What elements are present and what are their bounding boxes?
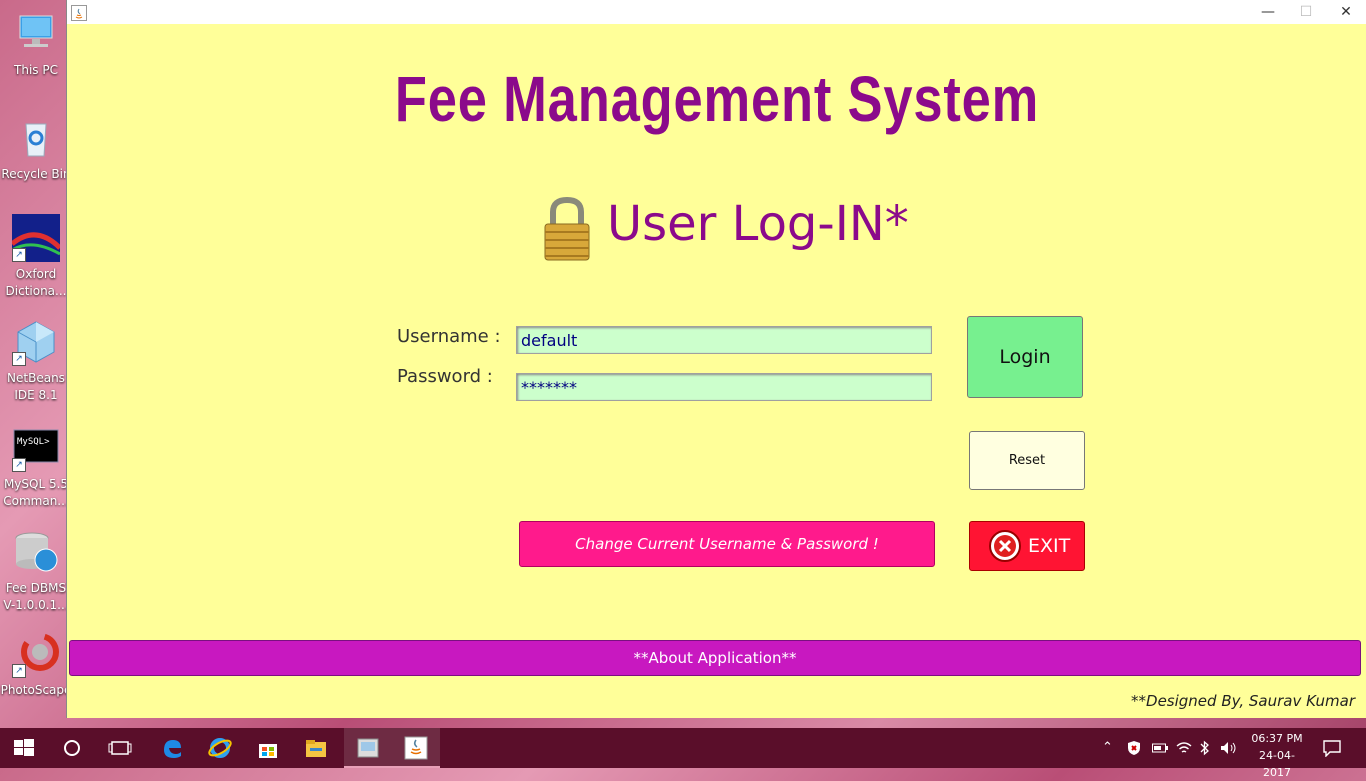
login-heading: User Log-IN* — [607, 196, 909, 252]
shortcut-arrow-icon: ↗ — [12, 458, 26, 472]
clock-time: 06:37 PM — [1251, 732, 1303, 745]
volume-icon[interactable] — [1220, 728, 1238, 768]
desktop-icon-label: PhotoScape — [0, 683, 72, 697]
edge-browser-icon[interactable] — [148, 728, 196, 768]
task-view-button[interactable] — [96, 728, 144, 768]
dictionary-icon: ↗ — [10, 214, 62, 262]
password-field[interactable]: ******* — [516, 373, 932, 401]
netbeans-icon: ↗ — [12, 318, 60, 366]
reset-button[interactable]: Reset — [969, 431, 1085, 490]
bluetooth-icon[interactable] — [1200, 728, 1210, 768]
battery-icon[interactable] — [1152, 728, 1168, 768]
desktop-icons: This PC Recycle Bin ↗ Oxford Dictiona...… — [0, 0, 71, 728]
computer-icon — [12, 10, 60, 58]
desktop-icon-photoscape[interactable]: ↗ PhotoScape — [0, 630, 72, 699]
desktop-icon-label: NetBeans IDE 8.1 — [7, 371, 65, 402]
file-explorer-icon[interactable] — [292, 728, 340, 768]
shortcut-arrow-icon: ↗ — [12, 352, 26, 366]
desktop-icon-label: Recycle Bin — [1, 167, 71, 181]
start-button[interactable] — [0, 728, 48, 768]
netbeans-taskbar-icon[interactable] — [344, 728, 392, 768]
exit-label: EXIT — [1028, 535, 1071, 557]
java-icon — [71, 5, 87, 21]
login-button[interactable]: Login — [967, 316, 1083, 398]
designer-credit: **Designed By, Saurav Kumar — [1131, 692, 1355, 710]
change-credentials-button[interactable]: Change Current Username & Password ! — [519, 521, 935, 567]
about-application-button[interactable]: **About Application** — [69, 640, 1361, 676]
security-shield-icon[interactable] — [1126, 728, 1142, 768]
taskbar: ⌃ 06:37 PM 24-04-2017 — [0, 728, 1366, 779]
search-button[interactable] — [48, 728, 96, 768]
desktop-icon-this-pc[interactable]: This PC — [0, 10, 72, 79]
padlock-icon — [541, 196, 593, 262]
desktop-icon-label: MySQL 5.5 Comman... — [3, 477, 69, 508]
desktop-icon-netbeans[interactable]: ↗ NetBeans IDE 8.1 — [0, 318, 72, 404]
username-field[interactable]: default — [516, 326, 932, 354]
shortcut-arrow-icon: ↗ — [12, 664, 26, 678]
java-app-taskbar-icon[interactable] — [392, 728, 440, 768]
close-button[interactable]: ✕ — [1327, 0, 1365, 24]
password-label: Password : — [397, 366, 493, 387]
exit-button[interactable]: EXIT — [969, 521, 1085, 571]
photoscape-icon: ↗ — [12, 630, 60, 678]
desktop-icon-mysql[interactable]: MySQL> ↗ MySQL 5.5 Comman... — [0, 424, 72, 510]
minimize-button[interactable]: — — [1249, 0, 1287, 24]
desktop-icon-label: Oxford Dictiona... — [5, 267, 67, 298]
desktop-icon-oxford[interactable]: ↗ Oxford Dictiona... — [0, 214, 72, 300]
desktop-icon-label: Fee DBMS V-1.0.0.1... — [3, 581, 69, 612]
clock-date: 24-04-2017 — [1259, 749, 1295, 779]
title-bar[interactable]: — ☐ ✕ — [67, 0, 1366, 24]
recycle-bin-icon — [12, 114, 60, 162]
desktop-icon-fee-dbms[interactable]: Fee DBMS V-1.0.0.1... — [0, 528, 72, 614]
database-globe-icon — [12, 528, 60, 576]
action-center-icon[interactable] — [1322, 728, 1342, 768]
terminal-icon: MySQL> ↗ — [12, 424, 60, 472]
internet-explorer-icon[interactable] — [196, 728, 244, 768]
store-icon[interactable] — [244, 728, 292, 768]
app-window: — ☐ ✕ Fee Management System User Log-IN*… — [66, 0, 1366, 718]
show-hidden-icons-chevron-up-icon[interactable]: ⌃ — [1102, 728, 1113, 768]
app-title: Fee Management System — [394, 63, 1040, 135]
desktop-icon-recycle-bin[interactable]: Recycle Bin — [0, 114, 72, 183]
svg-text:MySQL>: MySQL> — [17, 437, 50, 447]
login-panel: Fee Management System User Log-IN* Usern… — [67, 24, 1366, 718]
desktop-icon-label: This PC — [14, 63, 58, 77]
maximize-button[interactable]: ☐ — [1287, 0, 1325, 24]
shortcut-arrow-icon: ↗ — [12, 248, 26, 262]
wifi-icon[interactable] — [1176, 728, 1192, 768]
close-circle-icon — [988, 529, 1022, 563]
taskbar-clock[interactable]: 06:37 PM 24-04-2017 — [1246, 730, 1308, 781]
username-label: Username : — [397, 326, 501, 347]
